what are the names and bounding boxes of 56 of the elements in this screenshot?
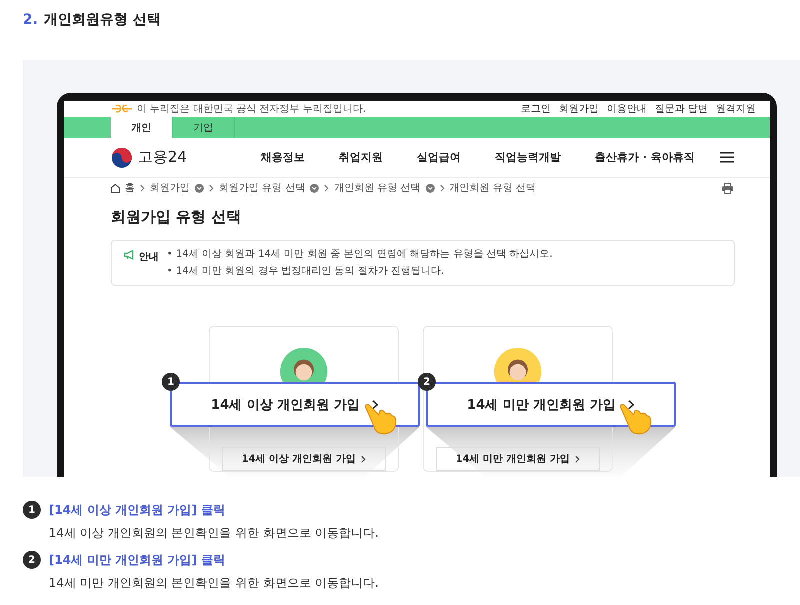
pointing-hand-icon xyxy=(619,402,653,436)
print-icon[interactable] xyxy=(722,182,734,194)
callout-label: 14세 미만 개인회원 가입 xyxy=(467,396,616,414)
notice-label: 안내 xyxy=(139,251,159,264)
chevron-right-icon xyxy=(324,184,330,192)
step-title: [14세 미만 개인회원 가입] 클릭 xyxy=(49,552,226,568)
dropdown-icon[interactable] xyxy=(426,184,435,192)
section-title: 개인회원유형 선택 xyxy=(44,11,161,29)
government-notice: 이 누리집은 대한민국 공식 전자정부 누리집입니다. xyxy=(137,103,366,116)
chevron-right-icon xyxy=(140,184,145,192)
menu-item[interactable]: 직업능력개발 xyxy=(495,150,561,165)
menu-item[interactable]: 채용정보 xyxy=(261,150,305,165)
notice-text: • 14세 미만 회원의 경우 법정대리인 동의 절차가 진행됩니다. xyxy=(167,265,446,278)
step-title: [14세 이상 개인회원 가입] 클릭 xyxy=(49,502,226,518)
step-number: 1 xyxy=(23,501,41,519)
chevron-right-icon xyxy=(209,184,214,192)
logo-text: 고용24 xyxy=(138,148,188,167)
utility-link[interactable]: 로그인 xyxy=(520,102,551,116)
chevron-right-icon xyxy=(575,456,580,463)
dropdown-icon[interactable] xyxy=(195,184,204,192)
audience-tab[interactable]: 기업 xyxy=(173,117,235,138)
utility-link[interactable]: 회원가입 xyxy=(558,102,599,116)
dropdown-icon[interactable] xyxy=(310,184,320,192)
breadcrumb-link[interactable]: 개인회원 유형 선택 xyxy=(450,181,536,195)
utility-link[interactable]: 원격지원 xyxy=(716,102,756,116)
megaphone-icon xyxy=(124,250,135,260)
chevron-right-icon xyxy=(440,184,445,192)
utility-link[interactable]: 이용안내 xyxy=(606,102,647,116)
menu-icon[interactable] xyxy=(720,152,734,163)
audience-tab[interactable]: 개인 xyxy=(111,117,173,138)
pointing-hand-icon xyxy=(364,402,398,436)
step-number: 1 xyxy=(162,373,180,391)
step-description: 14세 이상 개인회원의 본인확인을 위한 화면으로 이동합니다. xyxy=(49,525,380,542)
step-number: 2 xyxy=(418,373,436,391)
callout-label: 14세 이상 개인회원 가입 xyxy=(211,396,360,414)
signup-button[interactable]: 14세 미만 개인회원 가입 xyxy=(436,447,600,471)
menu-item[interactable]: 실업급여 xyxy=(417,150,461,165)
utility-link[interactable]: 질문과 답변 xyxy=(654,102,708,116)
breadcrumb-link[interactable]: 개인회원 유형 선택 xyxy=(334,181,421,195)
chevron-right-icon xyxy=(628,400,635,410)
breadcrumb-link[interactable]: 회원가입 유형 선택 xyxy=(219,181,306,195)
chevron-right-icon xyxy=(372,400,379,410)
home-icon xyxy=(111,184,120,192)
menu-item[interactable]: 취업지원 xyxy=(339,150,383,165)
page-title: 회원가입 유형 선택 xyxy=(111,208,242,228)
section-number: 2. xyxy=(23,12,38,28)
chevron-right-icon xyxy=(361,456,366,463)
menu-item[interactable]: 출산휴가 · 육아휴직 xyxy=(595,150,695,165)
signup-button[interactable]: 14세 이상 개인회원 가입 xyxy=(222,447,386,471)
government-emblem-icon xyxy=(111,105,133,113)
breadcrumb-link[interactable]: 회원가입 xyxy=(150,181,190,195)
notice-text: • 14세 이상 회원과 14세 미만 회원 중 본인의 연령에 해당하는 유형을 선택 하십시오. xyxy=(167,248,553,261)
breadcrumb-link[interactable]: 홈 xyxy=(125,181,135,195)
step-description: 14세 미만 개인회원의 본인확인을 위한 화면으로 이동합니다. xyxy=(49,575,380,592)
logo-icon xyxy=(111,146,133,168)
step-number: 2 xyxy=(23,551,41,569)
